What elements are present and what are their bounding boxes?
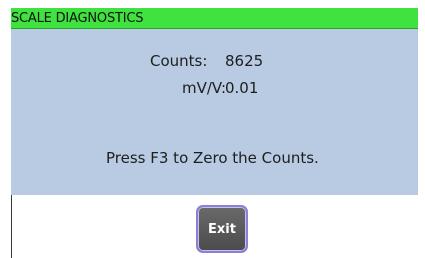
exit-button[interactable]: Exit: [196, 205, 248, 253]
diagnostics-panel: Counts: 8625 mV/V: 0.01 Press F3 to Zero…: [11, 29, 418, 195]
zero-instruction-text: Press F3 to Zero the Counts.: [106, 149, 319, 167]
scale-diagnostics-screen: SCALE DIAGNOSTICS Counts: 8625 mV/V: 0.0…: [0, 0, 425, 258]
mvv-label: mV/V:: [182, 79, 227, 97]
counts-value: 8625: [225, 52, 264, 70]
title-bar: SCALE DIAGNOSTICS: [11, 8, 418, 29]
left-border-line: [11, 195, 12, 258]
mvv-value: 0.01: [225, 79, 259, 97]
counts-label: Counts:: [150, 52, 208, 70]
